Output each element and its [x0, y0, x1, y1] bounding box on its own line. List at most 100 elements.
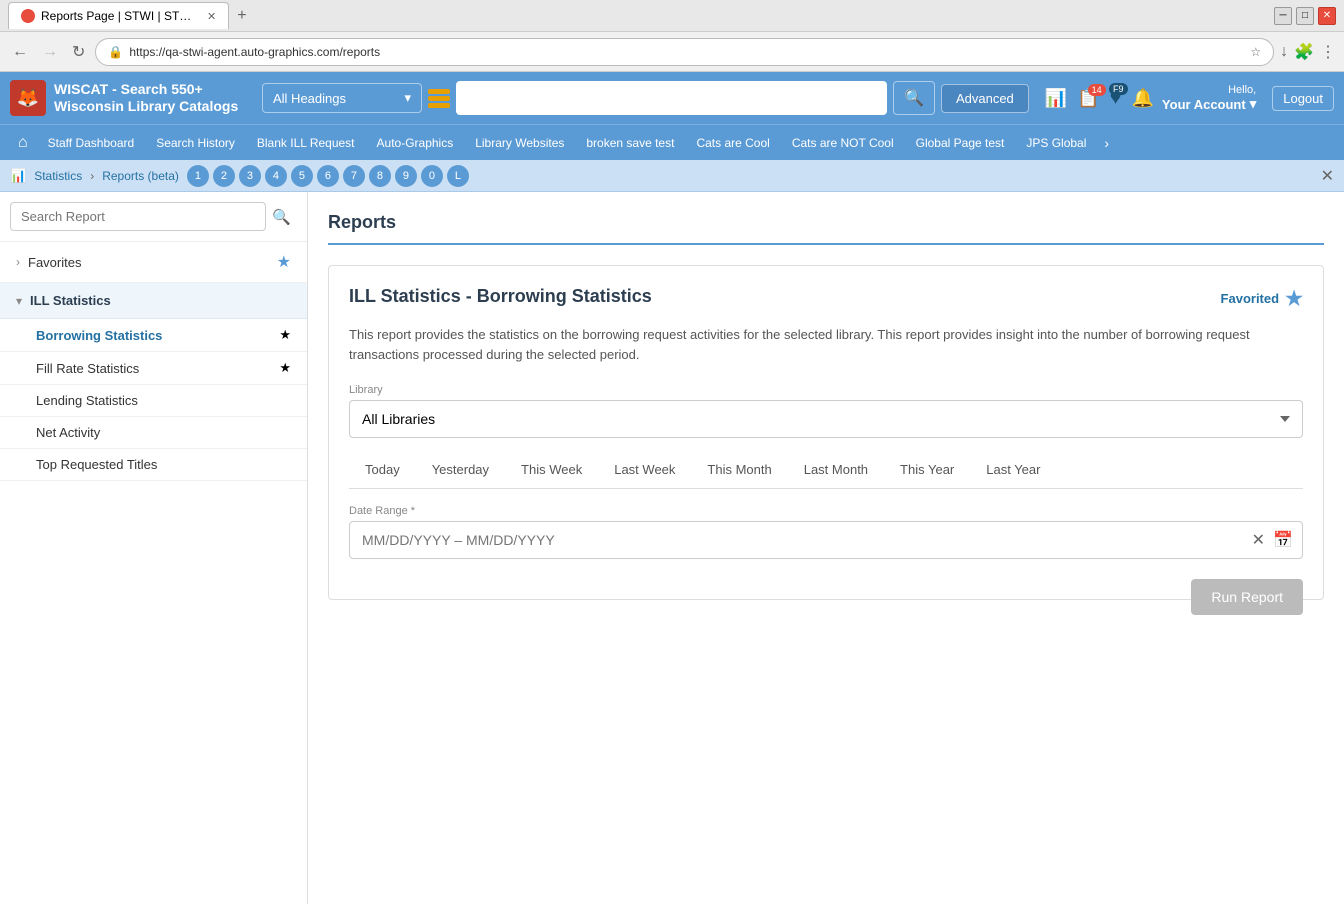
date-range-input[interactable] [349, 521, 1303, 559]
page-num-0[interactable]: 0 [421, 165, 443, 187]
app-header: 🦊 WISCAT - Search 550+ Wisconsin Library… [0, 72, 1344, 124]
tab-favicon [21, 9, 35, 23]
page-num-5[interactable]: 5 [291, 165, 313, 187]
page-num-L[interactable]: L [447, 165, 469, 187]
date-tab-last-week[interactable]: Last Week [598, 454, 691, 488]
sidebar-sub-item-lending[interactable]: Lending Statistics [0, 385, 307, 417]
notifications-icon[interactable]: 📋 14 [1077, 88, 1099, 109]
title-bar-left: Reports Page | STWI | STWI | Au... ✕ + [8, 2, 255, 29]
sidebar-sub-item-fill-rate[interactable]: Fill Rate Statistics ★ [0, 352, 307, 385]
top-requested-label: Top Requested Titles [36, 457, 291, 472]
report-title: ILL Statistics - Borrowing Statistics [349, 286, 652, 307]
breadcrumb-close-icon[interactable]: ✕ [1321, 166, 1334, 186]
heart-icon[interactable]: ♥ F9 [1110, 87, 1122, 110]
date-tab-yesterday[interactable]: Yesterday [416, 454, 505, 488]
favorited-star-icon[interactable]: ★ [1285, 286, 1303, 311]
forward-button[interactable]: → [38, 39, 62, 65]
sidebar-search-area: 🔍 [0, 192, 307, 242]
new-tab-button[interactable]: + [229, 3, 254, 29]
sidebar-sub-item-net-activity[interactable]: Net Activity [0, 417, 307, 449]
sidebar-sub-item-top-requested[interactable]: Top Requested Titles [0, 449, 307, 481]
url-bar[interactable]: 🔒 https://qa-stwi-agent.auto-graphics.co… [95, 38, 1274, 66]
nav-item-blank-ill[interactable]: Blank ILL Request [247, 130, 365, 156]
maximize-button[interactable]: □ [1296, 7, 1314, 25]
breadcrumb-bar: 📊 Statistics › Reports (beta) 1 2 3 4 5 … [0, 160, 1344, 192]
date-tab-this-week[interactable]: This Week [505, 454, 598, 488]
page-num-4[interactable]: 4 [265, 165, 287, 187]
browser-tab[interactable]: Reports Page | STWI | STWI | Au... ✕ [8, 2, 229, 29]
date-tab-this-month[interactable]: This Month [691, 454, 787, 488]
page-num-9[interactable]: 9 [395, 165, 417, 187]
ill-statistics-label: ILL Statistics [30, 293, 291, 308]
page-num-7[interactable]: 7 [343, 165, 365, 187]
run-report-button[interactable]: Run Report [1191, 579, 1303, 615]
back-button[interactable]: ← [8, 39, 32, 65]
library-label: Library [349, 384, 1303, 396]
account-chevron-icon: ▾ [1250, 96, 1257, 112]
report-description: This report provides the statistics on t… [349, 325, 1303, 364]
downloads-icon[interactable]: ↓ [1280, 43, 1288, 61]
calendar-icon[interactable]: 📅 [1273, 530, 1293, 550]
nav-item-search-history[interactable]: Search History [146, 130, 245, 156]
reports-icon[interactable]: 📊 [1045, 88, 1067, 109]
header-icons: 📊 📋 14 ♥ F9 🔔 [1045, 87, 1154, 110]
address-bar: ← → ↻ 🔒 https://qa-stwi-agent.auto-graph… [0, 32, 1344, 72]
report-header: ILL Statistics - Borrowing Statistics Fa… [349, 286, 1303, 311]
sidebar-search-input[interactable] [10, 202, 266, 231]
nav-item-cats-cool[interactable]: Cats are Cool [686, 130, 779, 156]
extensions-icon[interactable]: 🧩 [1294, 42, 1314, 62]
date-tab-last-year[interactable]: Last Year [970, 454, 1056, 488]
nav-item-broken-save[interactable]: broken save test [576, 130, 684, 156]
date-range-wrapper: ✕ 📅 [349, 521, 1303, 559]
nav-item-jps-global[interactable]: JPS Global [1016, 130, 1096, 156]
home-icon[interactable]: ⌂ [10, 130, 36, 156]
sidebar-sub-item-borrowing[interactable]: Borrowing Statistics ★ [0, 319, 307, 352]
date-range-label: Date Range * [349, 505, 1303, 517]
nav-item-auto-graphics[interactable]: Auto-Graphics [367, 130, 464, 156]
star-icon[interactable]: ☆ [1250, 45, 1261, 59]
library-select[interactable]: All Libraries [349, 400, 1303, 438]
minimize-button[interactable]: ─ [1274, 7, 1292, 25]
favorites-expand-icon: › [16, 255, 20, 269]
favorited-label: Favorited [1221, 291, 1280, 306]
close-button[interactable]: ✕ [1318, 7, 1336, 25]
nav-item-cats-not-cool[interactable]: Cats are NOT Cool [782, 130, 904, 156]
search-button[interactable]: 🔍 [893, 81, 935, 115]
tab-close-icon[interactable]: ✕ [207, 10, 216, 23]
refresh-button[interactable]: ↻ [68, 38, 89, 66]
account-name: Your Account ▾ [1162, 96, 1256, 112]
bell-icon[interactable]: 🔔 [1132, 88, 1154, 109]
sidebar-item-ill-statistics[interactable]: ▾ ILL Statistics [0, 283, 307, 319]
logout-button[interactable]: Logout [1272, 86, 1334, 111]
breadcrumb-statistics[interactable]: Statistics [34, 169, 82, 183]
fill-rate-star-icon[interactable]: ★ [279, 360, 291, 376]
nav-item-staff-dashboard[interactable]: Staff Dashboard [38, 130, 145, 156]
security-icon: 🔒 [108, 45, 123, 59]
search-type-dropdown[interactable]: All Headings ▾ [262, 83, 422, 113]
date-tab-this-year[interactable]: This Year [884, 454, 970, 488]
page-num-2[interactable]: 2 [213, 165, 235, 187]
page-num-1[interactable]: 1 [187, 165, 209, 187]
main-layout: 🔍 › Favorites ★ ▾ ILL Statistics Borrowi… [0, 192, 1344, 904]
menu-icon[interactable]: ⋮ [1320, 42, 1336, 62]
borrowing-star-icon[interactable]: ★ [279, 327, 291, 343]
account-area[interactable]: Hello, Your Account ▾ [1162, 84, 1256, 112]
sidebar-search-button[interactable]: 🔍 [266, 204, 297, 230]
window-controls: ─ □ ✕ [1274, 7, 1336, 25]
advanced-button[interactable]: Advanced [941, 84, 1029, 113]
nav-more-icon[interactable]: › [1098, 131, 1115, 155]
page-num-3[interactable]: 3 [239, 165, 261, 187]
sidebar-item-favorites[interactable]: › Favorites ★ [0, 242, 307, 283]
date-tab-today[interactable]: Today [349, 454, 416, 488]
nav-item-global-page[interactable]: Global Page test [906, 130, 1015, 156]
nav-item-library-websites[interactable]: Library Websites [465, 130, 574, 156]
page-title: Reports [328, 212, 1324, 245]
borrowing-statistics-label: Borrowing Statistics [36, 328, 279, 343]
page-num-8[interactable]: 8 [369, 165, 391, 187]
page-num-6[interactable]: 6 [317, 165, 339, 187]
breadcrumb-reports[interactable]: Reports (beta) [102, 169, 179, 183]
search-input[interactable] [456, 81, 887, 115]
date-tab-last-month[interactable]: Last Month [788, 454, 884, 488]
fill-rate-label: Fill Rate Statistics [36, 361, 279, 376]
clear-date-icon[interactable]: ✕ [1252, 530, 1265, 550]
